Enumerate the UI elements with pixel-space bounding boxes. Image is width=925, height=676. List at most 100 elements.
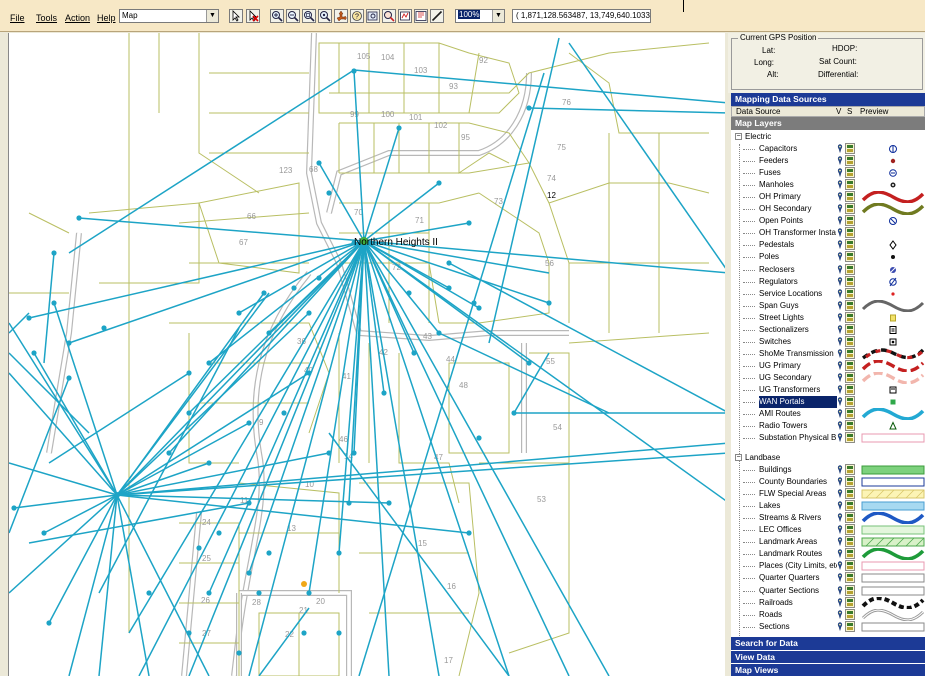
layer-row[interactable]: Street Lights: [731, 311, 925, 324]
layer-label[interactable]: Radio Towers: [759, 420, 837, 432]
selectable-icon[interactable]: [845, 524, 855, 536]
visibility-icon[interactable]: [837, 621, 843, 631]
layer-row[interactable]: Landmark Routes: [731, 547, 925, 562]
selectable-icon[interactable]: [845, 335, 855, 347]
layer-row[interactable]: Switches: [731, 335, 925, 348]
visibility-icon[interactable]: [837, 312, 843, 322]
route-icon[interactable]: [382, 9, 396, 23]
layer-label[interactable]: ShoMe Transmission: [759, 348, 837, 360]
visibility-icon[interactable]: [837, 337, 843, 346]
layer-label[interactable]: Roads: [759, 609, 837, 621]
selectable-icon[interactable]: [845, 608, 855, 620]
selectable-icon[interactable]: [845, 348, 855, 359]
visibility-icon[interactable]: [837, 385, 843, 394]
selectable-icon[interactable]: [845, 155, 855, 166]
zoom-level-dropdown[interactable]: 100% ▼: [455, 9, 505, 23]
identify-icon[interactable]: ?: [350, 9, 364, 23]
layer-row[interactable]: Sectionalizers: [731, 323, 925, 336]
layer-label[interactable]: Manholes: [759, 179, 837, 191]
layer-label[interactable]: Lakes: [759, 500, 837, 512]
selectable-icon[interactable]: [845, 167, 855, 178]
visibility-icon[interactable]: [837, 513, 843, 523]
selectable-icon[interactable]: [845, 227, 855, 239]
visibility-icon[interactable]: [837, 609, 843, 619]
map-drawing[interactable]: 105 104 103 93 92 99 100 101 102 95 76 75 74 73 123 68 7…: [9, 33, 725, 676]
visibility-icon[interactable]: [837, 216, 843, 226]
visibility-icon[interactable]: [837, 585, 843, 595]
visibility-icon[interactable]: [837, 240, 843, 250]
layer-label[interactable]: Railroads: [759, 597, 837, 609]
visibility-icon[interactable]: [837, 477, 843, 487]
visibility-icon[interactable]: [837, 597, 843, 607]
layer-label[interactable]: Substation Physical B: [759, 432, 837, 444]
visibility-icon[interactable]: [837, 156, 843, 166]
selectable-icon[interactable]: [845, 596, 855, 608]
selectable-icon[interactable]: [845, 311, 855, 323]
layer-row[interactable]: Span Guys: [731, 299, 925, 313]
collapse-icon[interactable]: −: [735, 133, 742, 140]
layer-row[interactable]: LEC Offices: [731, 524, 925, 536]
layer-row[interactable]: OH Transformer Insta: [731, 227, 925, 239]
col-preview[interactable]: Preview: [860, 107, 888, 117]
visibility-icon[interactable]: [837, 325, 843, 334]
visibility-icon[interactable]: [837, 192, 843, 202]
selectable-icon[interactable]: [845, 584, 855, 596]
layer-row[interactable]: AMI Routes: [731, 407, 925, 421]
selectable-icon[interactable]: [845, 488, 855, 499]
layer-row[interactable]: Landmark Areas: [731, 536, 925, 548]
layer-row[interactable]: Quarter Sections: [731, 584, 925, 597]
selectable-icon[interactable]: [845, 323, 855, 335]
layer-row[interactable]: Manholes: [731, 179, 925, 191]
layer-label[interactable]: Streams & Rivers: [759, 512, 837, 524]
visibility-icon[interactable]: [837, 421, 843, 431]
layer-label[interactable]: UG Primary: [759, 360, 837, 372]
layer-label[interactable]: UG Transformers: [759, 384, 837, 396]
find-icon[interactable]: [366, 9, 380, 23]
selectable-icon[interactable]: [845, 476, 855, 487]
layer-label[interactable]: Span Guys: [759, 300, 837, 312]
selectable-icon[interactable]: [845, 372, 855, 383]
visibility-icon[interactable]: [837, 349, 843, 358]
pan-icon[interactable]: [334, 9, 348, 23]
zoom-area-icon[interactable]: [318, 9, 332, 23]
layer-label[interactable]: Pedestals: [759, 239, 837, 251]
col-data-source[interactable]: Data Source: [736, 107, 780, 117]
map-selector-dropdown[interactable]: Map ▼: [119, 9, 219, 23]
menu-tools[interactable]: Tools: [36, 13, 57, 23]
layer-row[interactable]: County Boundaries: [731, 476, 925, 488]
selectable-icon[interactable]: [845, 299, 855, 311]
visibility-icon[interactable]: [837, 525, 843, 535]
visibility-icon[interactable]: [837, 373, 843, 382]
layer-row[interactable]: Lakes: [731, 500, 925, 512]
visibility-icon[interactable]: [837, 204, 843, 214]
selectable-icon[interactable]: [845, 191, 855, 202]
selectable-icon[interactable]: [845, 560, 855, 572]
visibility-icon[interactable]: [837, 537, 843, 547]
visibility-icon[interactable]: [837, 549, 843, 559]
selectable-icon[interactable]: [845, 536, 855, 548]
layer-row[interactable]: Feeders: [731, 155, 925, 167]
visibility-icon[interactable]: [837, 228, 843, 238]
selectable-icon[interactable]: [845, 203, 855, 215]
selectable-icon[interactable]: [845, 408, 855, 419]
layer-label[interactable]: OH Secondary: [759, 203, 837, 215]
selectable-icon[interactable]: [845, 500, 855, 511]
zoom-out-icon[interactable]: [286, 9, 300, 23]
selectable-icon[interactable]: [845, 512, 855, 523]
layer-label[interactable]: Quarter Sections: [759, 585, 837, 597]
layer-row[interactable]: ShoMe Transmission: [731, 348, 925, 360]
layer-label[interactable]: Quarter Quarters: [759, 572, 837, 584]
layer-row[interactable]: Sections: [731, 620, 925, 633]
selectable-icon[interactable]: [845, 464, 855, 475]
visibility-icon[interactable]: [837, 489, 843, 499]
layer-row[interactable]: UG Transformers: [731, 384, 925, 396]
visibility-icon[interactable]: [837, 252, 843, 262]
selectable-icon[interactable]: [845, 239, 855, 251]
measure-line-icon[interactable]: [430, 9, 444, 23]
layer-row[interactable]: Capacitors: [731, 143, 925, 155]
layer-label[interactable]: Open Points: [759, 215, 837, 227]
layer-row[interactable]: WAN Portals: [731, 396, 925, 409]
layer-label[interactable]: Places (City Limits, etc: [759, 560, 837, 572]
visibility-icon[interactable]: [837, 409, 843, 419]
layer-label[interactable]: Buildings: [759, 464, 837, 476]
